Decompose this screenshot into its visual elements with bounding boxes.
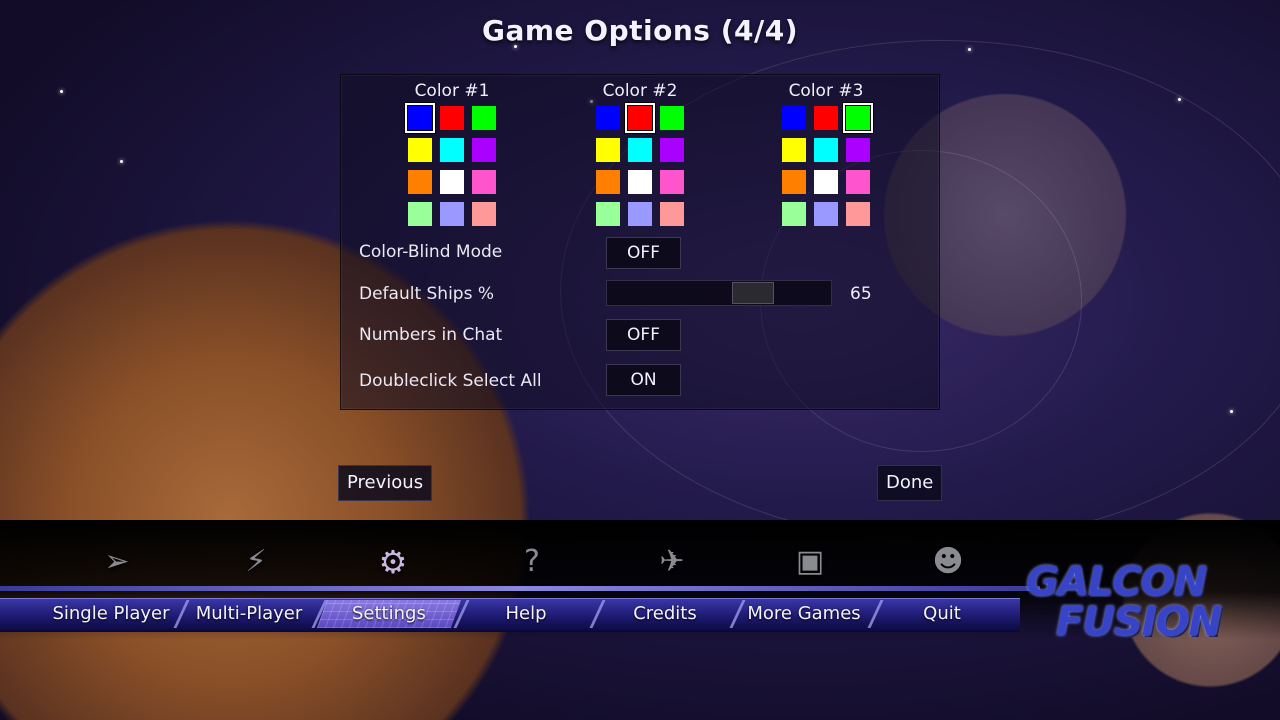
color-group-1: Color #1: [402, 80, 502, 226]
tab-settings-label: Settings: [352, 603, 426, 624]
tab-multi-player[interactable]: Multi-Player: [184, 600, 314, 628]
logo-line-2: FUSION: [1056, 599, 1222, 645]
color-swatch[interactable]: [472, 170, 496, 194]
color-swatch[interactable]: [472, 106, 496, 130]
color-swatch-grid: [405, 103, 496, 226]
color-swatch[interactable]: [625, 103, 655, 133]
tab-settings[interactable]: Settings: [316, 600, 462, 628]
color-swatch[interactable]: [405, 103, 435, 133]
default-ships-value: 65: [850, 284, 872, 304]
slider-thumb[interactable]: [732, 282, 774, 304]
color-swatch[interactable]: [472, 138, 496, 162]
color-swatch[interactable]: [846, 138, 870, 162]
color-swatch[interactable]: [596, 170, 620, 194]
numbers-chat-label: Numbers in Chat: [359, 325, 503, 345]
star: [60, 90, 63, 93]
color-swatch[interactable]: [782, 170, 806, 194]
color-group-3: Color #3: [776, 80, 876, 226]
color-swatch[interactable]: [408, 170, 432, 194]
tab-help[interactable]: Help: [464, 600, 588, 628]
color-blind-toggle[interactable]: OFF: [606, 237, 681, 269]
color-swatch[interactable]: [440, 138, 464, 162]
color-swatch[interactable]: [440, 170, 464, 194]
ship-icon[interactable]: ✈: [650, 542, 694, 582]
color-swatch[interactable]: [814, 106, 838, 130]
color-swatch[interactable]: [846, 170, 870, 194]
color-swatch[interactable]: [782, 202, 806, 226]
color-swatch[interactable]: [782, 106, 806, 130]
default-ships-label: Default Ships %: [359, 284, 495, 304]
page-title: Game Options (4/4): [482, 14, 798, 47]
color-swatch-grid: [782, 103, 873, 226]
default-ships-slider[interactable]: [606, 280, 832, 306]
galcon-fusion-logo: GALCON FUSION: [1026, 562, 1236, 662]
tab-quit[interactable]: Quit: [878, 600, 1006, 628]
gears-icon[interactable]: ⚙: [371, 542, 415, 582]
question-icon[interactable]: ?: [510, 542, 554, 582]
color-blind-label: Color-Blind Mode: [359, 242, 503, 262]
tab-credits[interactable]: Credits: [600, 600, 730, 628]
logo-line-1: GALCON: [1026, 559, 1207, 605]
color-swatch[interactable]: [814, 170, 838, 194]
star: [120, 160, 123, 163]
color-swatch[interactable]: [408, 138, 432, 162]
color-group-label: Color #3: [788, 81, 864, 101]
color-swatch[interactable]: [596, 202, 620, 226]
color-swatch[interactable]: [843, 103, 873, 133]
numbers-chat-toggle[interactable]: OFF: [606, 319, 681, 351]
face-icon[interactable]: ☻: [926, 542, 970, 582]
previous-button[interactable]: Previous: [338, 465, 433, 501]
color-swatch[interactable]: [814, 202, 838, 226]
tab-more-games[interactable]: More Games: [740, 600, 868, 628]
color-swatch[interactable]: [660, 106, 684, 130]
color-swatch[interactable]: [814, 138, 838, 162]
color-swatch[interactable]: [660, 170, 684, 194]
done-button[interactable]: Done: [877, 465, 943, 501]
treasure-chest-icon[interactable]: ▣: [788, 542, 832, 582]
doubleclick-toggle[interactable]: ON: [606, 364, 681, 396]
color-group-label: Color #1: [414, 81, 490, 101]
menu-rail: [0, 586, 1040, 591]
color-swatch-grid: [596, 103, 684, 226]
star: [968, 48, 971, 51]
doubleclick-label: Doubleclick Select All: [359, 371, 542, 391]
tab-single-player[interactable]: Single Player: [44, 600, 178, 628]
color-swatch[interactable]: [782, 138, 806, 162]
color-group-label: Color #2: [602, 81, 678, 101]
star: [1230, 410, 1233, 413]
color-swatch[interactable]: [408, 202, 432, 226]
lightning-icon[interactable]: ⚡: [234, 542, 278, 582]
color-swatch[interactable]: [628, 138, 652, 162]
color-swatch[interactable]: [596, 106, 620, 130]
color-swatch[interactable]: [628, 170, 652, 194]
arrow-icon[interactable]: ➢: [95, 542, 139, 582]
color-swatch[interactable]: [596, 138, 620, 162]
star: [1178, 98, 1181, 101]
color-swatch[interactable]: [440, 202, 464, 226]
color-swatch[interactable]: [660, 138, 684, 162]
color-swatch[interactable]: [846, 202, 870, 226]
color-swatch[interactable]: [660, 202, 684, 226]
color-swatch[interactable]: [628, 202, 652, 226]
color-swatch[interactable]: [440, 106, 464, 130]
color-swatch[interactable]: [472, 202, 496, 226]
color-group-2: Color #2: [590, 80, 690, 226]
